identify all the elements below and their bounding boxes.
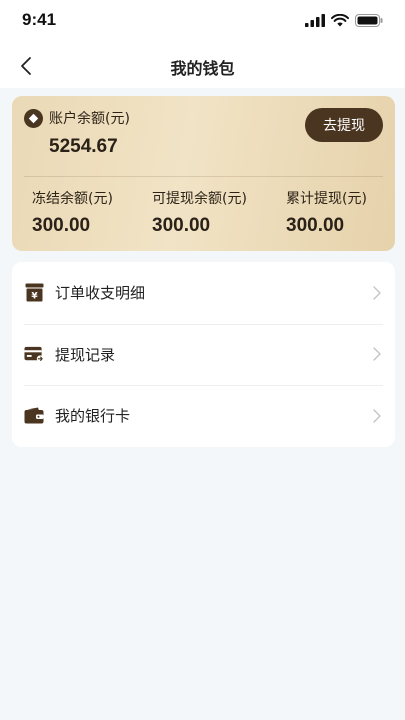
menu-item-label: 我的银行卡	[55, 407, 131, 426]
frozen-balance-label: 冻结余额(元)	[32, 191, 113, 207]
top-bar: 9:41 我的钱包	[0, 0, 405, 88]
wallet-icon	[24, 406, 44, 426]
page-title: 我的钱包	[170, 59, 235, 78]
cellular-signal-icon	[305, 14, 325, 27]
menu-card: ¥ 订单收支明细 提现记录 我的银行卡	[12, 262, 395, 447]
frozen-balance-value: 300.00	[32, 215, 91, 236]
wifi-icon	[331, 14, 349, 27]
balance-header: 账户余额(元)	[24, 108, 130, 128]
total-withdrawn-stat: 累计提现(元) 300.00	[286, 188, 367, 237]
total-withdrawn-label: 累计提现(元)	[286, 191, 367, 207]
menu-item-bank-cards[interactable]: 我的银行卡	[12, 385, 395, 447]
battery-icon	[355, 14, 383, 27]
svg-text:¥: ¥	[31, 292, 38, 302]
balance-value: 5254.67	[49, 136, 118, 157]
wallet-card: 账户余额(元) 5254.67 去提现 冻结余额(元) 300.00 可提现余额…	[12, 96, 395, 251]
available-balance-label: 可提现余额(元)	[152, 191, 247, 207]
order-ledger-icon: ¥	[24, 283, 44, 303]
withdraw-card-icon	[24, 344, 44, 364]
balance-label: 账户余额(元)	[49, 111, 130, 127]
status-time: 9:41	[22, 10, 57, 29]
menu-item-withdraw-records[interactable]: 提现记录	[12, 323, 395, 386]
nav-bar: 我的钱包	[0, 44, 405, 88]
available-balance-stat: 可提现余额(元) 300.00	[152, 188, 247, 237]
chevron-right-icon	[373, 408, 383, 424]
frozen-balance-stat: 冻结余额(元) 300.00	[32, 188, 113, 237]
total-withdrawn-value: 300.00	[286, 215, 345, 236]
chevron-right-icon	[373, 285, 383, 301]
status-icons	[305, 14, 383, 27]
available-balance-value: 300.00	[152, 215, 211, 236]
card-divider	[24, 176, 383, 177]
menu-item-order-details[interactable]: ¥ 订单收支明细	[12, 262, 395, 324]
balance-coin-icon	[24, 108, 43, 128]
menu-item-label: 订单收支明细	[55, 284, 146, 303]
status-bar: 9:41	[0, 0, 405, 44]
menu-item-label: 提现记录	[55, 345, 116, 364]
withdraw-button[interactable]: 去提现	[305, 108, 383, 142]
chevron-right-icon	[373, 346, 383, 362]
